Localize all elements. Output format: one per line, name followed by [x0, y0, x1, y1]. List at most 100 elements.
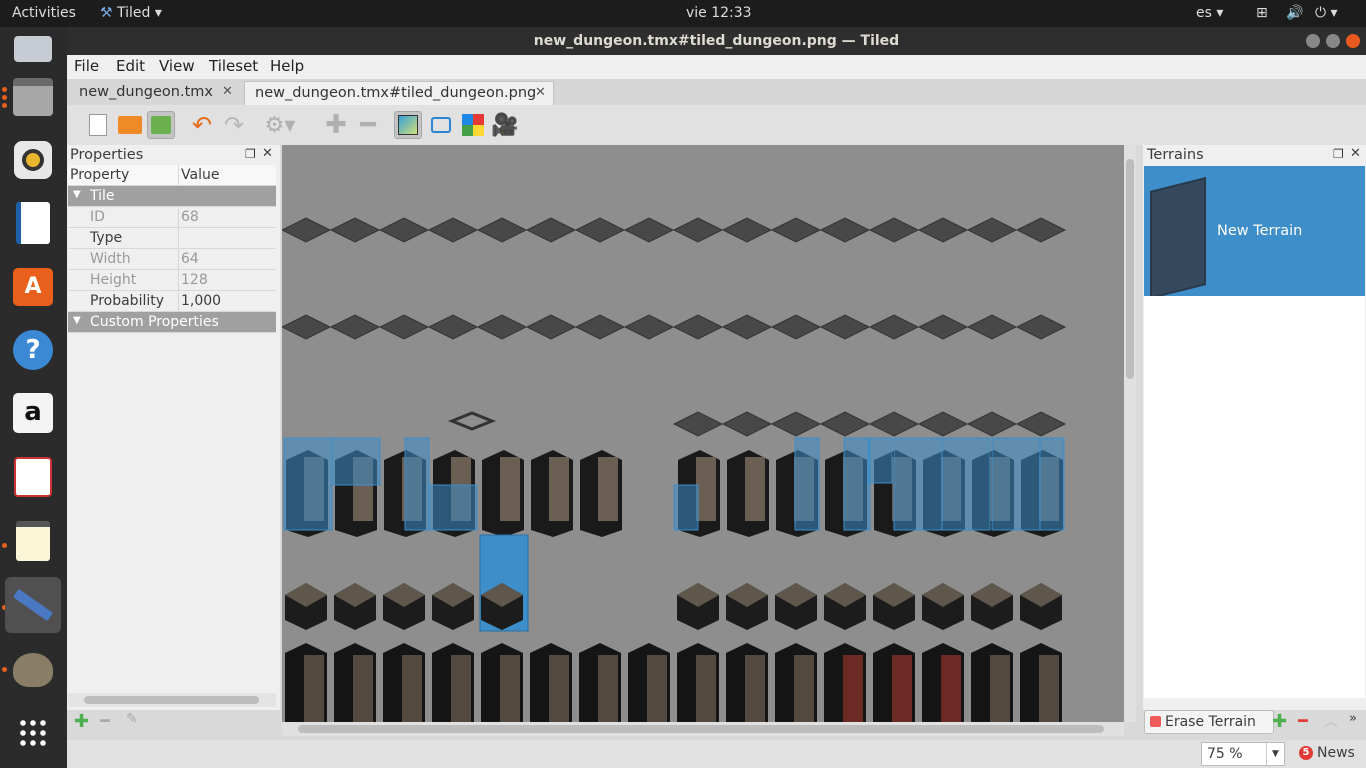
close-icon[interactable]: ✕: [1350, 146, 1361, 161]
news-link[interactable]: News: [1317, 745, 1355, 761]
files-icon[interactable]: [5, 69, 61, 125]
floor-tile[interactable]: [672, 411, 724, 437]
text-editor-icon[interactable]: [5, 513, 61, 569]
redo-icon[interactable]: ↷: [220, 111, 248, 139]
rhythmbox-icon[interactable]: [5, 132, 61, 188]
floor-tile[interactable]: [623, 217, 675, 243]
close-icon[interactable]: ✕: [262, 146, 273, 161]
group-tile[interactable]: ▼ Tile: [68, 186, 276, 207]
floor-tile[interactable]: [1015, 411, 1067, 437]
minimize-icon[interactable]: [1306, 34, 1320, 48]
rename-property-icon[interactable]: ✎: [126, 711, 138, 727]
menu-edit[interactable]: Edit: [116, 57, 145, 75]
floor-tile[interactable]: [770, 314, 822, 340]
news-icon[interactable]: 5: [1299, 746, 1313, 760]
float-icon[interactable]: ❐: [245, 147, 256, 161]
menu-help[interactable]: Help: [270, 57, 304, 75]
volume-icon[interactable]: 🔊: [1286, 5, 1303, 21]
floor-tile[interactable]: [868, 217, 920, 243]
terrain-edit-icon[interactable]: [394, 111, 422, 139]
collision-editor-icon[interactable]: [427, 111, 455, 139]
column-header-property[interactable]: Property: [70, 167, 129, 183]
floor-tile[interactable]: [868, 314, 920, 340]
wang-icon[interactable]: [459, 111, 487, 139]
floor-tile[interactable]: [672, 314, 724, 340]
open-file-icon[interactable]: [116, 111, 144, 139]
tab-tileset[interactable]: new_dungeon.tmx#tiled_dungeon.png ✕: [244, 81, 554, 105]
move-up-icon[interactable]: ︿: [1324, 711, 1338, 731]
chevron-down-icon[interactable]: ▼: [1266, 743, 1284, 765]
close-icon[interactable]: [1346, 34, 1360, 48]
floor-tile[interactable]: [574, 217, 626, 243]
keyboard-layout[interactable]: es ▾: [1196, 5, 1223, 21]
tab-map[interactable]: new_dungeon.tmx ✕: [69, 81, 239, 105]
add-property-icon[interactable]: ✚: [74, 711, 89, 732]
floor-tile[interactable]: [721, 314, 773, 340]
floor-tile[interactable]: [329, 217, 381, 243]
floor-tile[interactable]: [427, 217, 479, 243]
float-icon[interactable]: ❐: [1333, 147, 1344, 161]
amazon-icon[interactable]: a: [5, 385, 61, 441]
floor-tile[interactable]: [672, 217, 724, 243]
maximize-icon[interactable]: [1326, 34, 1340, 48]
erase-terrain-button[interactable]: Erase Terrain: [1144, 710, 1274, 734]
remove-terrain-icon[interactable]: ━: [1298, 711, 1308, 730]
add-terrain-icon[interactable]: ✚: [1272, 711, 1287, 732]
floor-tile[interactable]: [868, 411, 920, 437]
column-header-value[interactable]: Value: [181, 167, 219, 183]
scrollbar-thumb[interactable]: [1126, 159, 1134, 379]
horizontal-scrollbar[interactable]: [282, 722, 1124, 736]
animation-editor-icon[interactable]: 🎥: [491, 111, 519, 139]
property-row-type[interactable]: Type: [68, 228, 276, 249]
menu-file[interactable]: File: [74, 57, 99, 75]
chevron-down-icon[interactable]: ▼: [73, 315, 81, 326]
terrain-list[interactable]: [1144, 296, 1365, 698]
software-center-icon[interactable]: A: [5, 259, 61, 315]
floor-tile[interactable]: [574, 314, 626, 340]
new-file-icon[interactable]: [84, 111, 112, 139]
floor-tile[interactable]: [378, 314, 430, 340]
floor-tile[interactable]: [819, 217, 871, 243]
close-icon[interactable]: ✕: [222, 81, 233, 103]
chevron-down-icon[interactable]: ▼: [73, 189, 81, 200]
save-file-icon[interactable]: [147, 111, 175, 139]
help-icon[interactable]: ?: [5, 322, 61, 378]
vertical-scrollbar[interactable]: [1124, 145, 1136, 722]
floor-tile[interactable]: [1015, 217, 1067, 243]
property-row-id[interactable]: ID 68: [68, 207, 276, 228]
floor-tile[interactable]: [721, 411, 773, 437]
settings-icon[interactable]: ⚙▾: [260, 111, 300, 139]
floor-tile[interactable]: [525, 314, 577, 340]
document-viewer-icon[interactable]: [5, 449, 61, 505]
floor-tile[interactable]: [917, 217, 969, 243]
floor-tile[interactable]: [329, 314, 381, 340]
power-icon[interactable]: ⏻ ▾: [1315, 5, 1338, 21]
floor-tile[interactable]: [525, 217, 577, 243]
horizontal-scrollbar[interactable]: [68, 693, 276, 707]
tileset-view[interactable]: [282, 145, 1124, 722]
scrollbar-thumb[interactable]: [298, 725, 1104, 733]
floor-tile[interactable]: [378, 217, 430, 243]
grate-tile[interactable]: [447, 411, 497, 431]
add-tiles-icon[interactable]: ✚: [322, 110, 350, 140]
floor-tile[interactable]: [476, 217, 528, 243]
floor-tile[interactable]: [282, 314, 332, 340]
floor-tile[interactable]: [819, 314, 871, 340]
apps-grid-icon[interactable]: [5, 705, 61, 761]
tileset-image[interactable]: [282, 145, 1124, 722]
network-icon[interactable]: ⊞: [1256, 5, 1268, 21]
activities-button[interactable]: Activities: [12, 5, 76, 21]
property-row-width[interactable]: Width 64: [68, 249, 276, 270]
tiled-icon[interactable]: [5, 577, 61, 633]
group-custom-properties[interactable]: ▼ Custom Properties: [68, 312, 276, 333]
writer-icon[interactable]: [5, 195, 61, 251]
menu-tileset[interactable]: Tileset: [209, 57, 258, 75]
gimp-icon[interactable]: [5, 642, 61, 698]
app-menu[interactable]: ⚒ Tiled ▾: [100, 5, 162, 21]
floor-tile[interactable]: [721, 217, 773, 243]
property-row-height[interactable]: Height 128: [68, 270, 276, 291]
floor-tile[interactable]: [770, 411, 822, 437]
zoom-select[interactable]: 75 % ▼: [1201, 742, 1285, 766]
floor-tile[interactable]: [770, 217, 822, 243]
floor-tile[interactable]: [966, 314, 1018, 340]
